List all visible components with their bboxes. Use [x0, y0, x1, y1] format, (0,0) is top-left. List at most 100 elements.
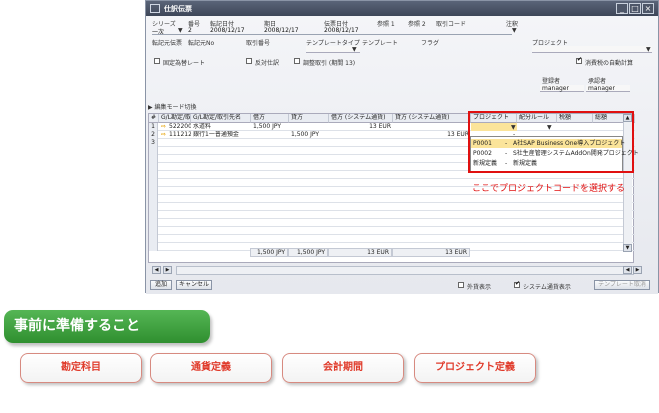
row-number — [149, 179, 158, 187]
minimize-button[interactable]: _ — [616, 3, 628, 14]
registered-by-field: manager — [540, 85, 584, 92]
fixed-rate-label: 固定為替レート — [163, 60, 206, 67]
credit-cell[interactable]: 1,500 JPY — [289, 131, 329, 139]
foreign-currency-label: 外貨表示 — [467, 284, 492, 291]
window-icon — [150, 4, 160, 13]
scroll-right-end-icon[interactable]: ▶ — [633, 266, 642, 274]
approver-label: 承認者 — [588, 78, 607, 85]
gl-name-cell[interactable]: 銀行1一普通預金 — [191, 131, 251, 139]
number-field[interactable]: 2 — [188, 27, 192, 34]
col-header-credit[interactable]: 貸方 — [289, 114, 329, 123]
row-number — [149, 163, 158, 171]
window-titlebar: 仕訳伝票 _ □ × — [146, 1, 658, 16]
reverse-label: 反対仕訳 — [255, 60, 280, 67]
approver-field: manager — [586, 85, 630, 92]
due-date-field[interactable]: 2008/12/17 — [264, 27, 299, 34]
project-select[interactable] — [532, 46, 652, 53]
trans-no-label: 取引番号 — [246, 40, 271, 47]
debit-cell[interactable]: 1,500 JPY — [251, 123, 289, 131]
link-arrow-icon[interactable]: ⇨ — [159, 131, 167, 139]
col-header-debit[interactable]: 借方 — [251, 114, 289, 123]
total-debit-sys: 13 EUR — [328, 248, 392, 257]
row-number — [149, 219, 158, 227]
edit-mode-toggle[interactable]: ▶ 編集モード切換 — [148, 102, 197, 111]
adjust-label: 調整取引 (期間 13) — [303, 60, 356, 67]
debit-cell[interactable] — [251, 131, 289, 139]
auto-tax-label: 消費税の自動計算 — [585, 60, 634, 67]
auto-tax-checkbox[interactable] — [576, 56, 582, 64]
gl-account-cell[interactable]: 522200 — [167, 123, 191, 131]
gl-account-cell[interactable]: 111212 — [167, 131, 191, 139]
row-number — [149, 235, 158, 243]
credit-cell[interactable] — [289, 123, 329, 131]
table-row[interactable] — [149, 219, 635, 227]
col-header-gl-name[interactable]: G/L勘定/取引先名 — [191, 114, 251, 123]
row-number — [149, 243, 158, 251]
posting-date-field[interactable]: 2008/12/17 — [210, 27, 245, 34]
header-divider — [152, 34, 512, 35]
template-cancel-button[interactable]: テンプレート取消 — [594, 280, 650, 290]
gl-name-cell[interactable]: 水道料 — [191, 123, 251, 131]
credit-sys-cell[interactable] — [393, 123, 469, 131]
trans-code-label: 取引コード — [436, 21, 467, 28]
row-number — [149, 171, 158, 179]
prep-button-periods[interactable]: 会計期間 — [282, 353, 404, 383]
maximize-button[interactable]: □ — [629, 3, 641, 14]
close-button[interactable]: × — [642, 3, 654, 14]
remarks-chevron-down-icon[interactable]: ▼ — [512, 27, 517, 34]
annotation-text: ここでプロジェクトコードを選択する — [472, 184, 626, 194]
table-row[interactable] — [149, 235, 635, 243]
prep-button-currency[interactable]: 通貨定義 — [150, 353, 272, 383]
row-number — [149, 195, 158, 203]
total-credit: 1,500 JPY — [288, 248, 328, 257]
scroll-left-icon[interactable]: ◀ — [152, 266, 161, 274]
doc-date-field[interactable]: 2008/12/17 — [324, 27, 359, 34]
ref1-label: 参照 1 — [377, 21, 395, 28]
grid-horizontal-scrollbar[interactable] — [176, 266, 634, 275]
link-arrow-icon[interactable]: ⇨ — [159, 123, 167, 131]
fixed-rate-checkbox[interactable] — [154, 58, 160, 64]
adjust-checkbox[interactable] — [294, 58, 300, 64]
project-column-highlight — [468, 111, 634, 173]
add-button[interactable]: 追加 — [150, 280, 172, 290]
table-row[interactable] — [149, 203, 635, 211]
table-row[interactable] — [149, 195, 635, 203]
row-number — [149, 187, 158, 195]
project-chevron-down-icon[interactable]: ▼ — [646, 46, 651, 53]
debit-sys-cell[interactable]: 13 EUR — [329, 123, 391, 131]
debit-sys-cell[interactable] — [329, 131, 391, 139]
col-header-debit-sys[interactable]: 借方 (システム通貨) — [329, 114, 393, 123]
col-header-credit-sys[interactable]: 貸方 (システム通貨) — [393, 114, 471, 123]
prep-banner: 事前に準備すること — [4, 310, 210, 343]
window-title: 仕訳伝票 — [164, 5, 192, 13]
foreign-currency-checkbox[interactable] — [458, 282, 464, 288]
prep-button-project[interactable]: プロジェクト定義 — [414, 353, 536, 383]
registered-by-label: 登録者 — [542, 78, 561, 85]
total-credit-sys: 13 EUR — [392, 248, 470, 257]
row-number — [149, 227, 158, 235]
scroll-left-end-icon[interactable]: ◀ — [623, 266, 632, 274]
journal-entry-form: シリーズ 番号 転記日付 期日 伝票日付 参照 1 参照 2 取引コード 注釈 … — [146, 16, 658, 294]
row-number: 1 — [149, 123, 158, 131]
col-header-gl-account[interactable]: G/L勘定/取... — [159, 114, 191, 123]
scroll-right-icon[interactable]: ▶ — [163, 266, 172, 274]
template-type-chevron-down-icon[interactable]: ▼ — [352, 46, 357, 53]
series-chevron-down-icon[interactable]: ▼ — [178, 27, 183, 34]
reverse-checkbox[interactable] — [246, 58, 252, 64]
system-currency-checkbox[interactable] — [514, 280, 520, 288]
row-number — [149, 155, 158, 163]
orig-no-label: 転記元No — [188, 40, 215, 47]
system-currency-label: システム通貨表示 — [523, 284, 571, 291]
row-number — [149, 211, 158, 219]
orig-doc-label: 転記元伝票 — [152, 40, 183, 47]
ref2-label: 参照 2 — [408, 21, 426, 28]
row-number — [149, 147, 158, 155]
table-row[interactable] — [149, 227, 635, 235]
flag-label: フラグ — [421, 40, 440, 47]
prep-button-accounts[interactable]: 勘定科目 — [20, 353, 142, 383]
cancel-button[interactable]: キャンセル — [176, 280, 212, 290]
credit-sys-cell[interactable]: 13 EUR — [393, 131, 469, 139]
total-debit: 1,500 JPY — [250, 248, 288, 257]
scroll-down-icon[interactable]: ▼ — [623, 244, 632, 252]
table-row[interactable] — [149, 211, 635, 219]
